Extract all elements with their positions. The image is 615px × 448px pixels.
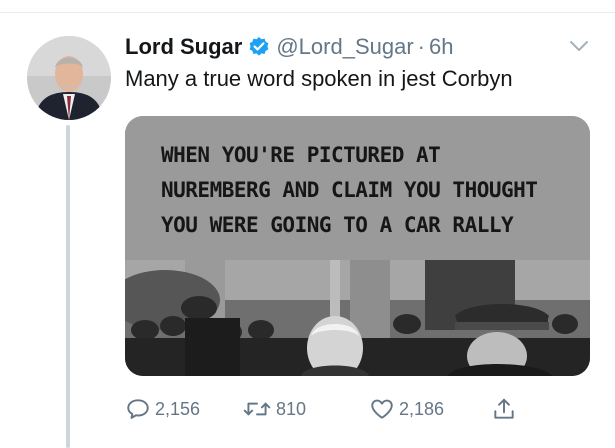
meme-photo [125,260,590,376]
share-button[interactable] [491,396,517,422]
like-button[interactable]: 2,186 [369,396,444,422]
meme-caption-line: WHEN YOU'RE PICTURED AT [161,143,441,167]
thread-line [66,125,70,448]
tweet-actions: 2,156 810 2,186 [125,396,525,426]
reply-count: 2,156 [155,398,201,419]
handle[interactable]: @Lord_Sugar [276,34,413,60]
reply-button[interactable]: 2,156 [125,396,200,422]
meme-caption: WHEN YOU'RE PICTURED AT NUREMBERG AND CL… [125,116,590,260]
retweet-icon [242,396,272,422]
chevron-down-icon[interactable] [568,38,590,54]
reply-icon [125,396,151,422]
display-name[interactable]: Lord Sugar [125,34,242,60]
top-divider [0,12,615,13]
verified-icon [248,36,270,58]
tweet-media[interactable]: WHEN YOU'RE PICTURED AT NUREMBERG AND CL… [125,116,590,376]
tweet-text: Many a true word spoken in jest Corbyn [125,66,513,91]
like-count: 2,186 [399,398,445,419]
meme-caption-line: YOU WERE GOING TO A CAR RALLY [161,213,514,237]
timestamp[interactable]: 6h [429,34,453,60]
avatar[interactable] [27,36,111,120]
like-icon [369,396,395,422]
share-icon [491,396,517,422]
retweet-count: 810 [276,398,307,419]
tweet-header: Lord Sugar @Lord_Sugar · 6h [125,32,453,62]
retweet-button[interactable]: 810 [242,396,306,422]
meme-caption-line: NUREMBERG AND CLAIM YOU THOUGHT [161,178,538,202]
separator-dot: · [417,34,425,59]
